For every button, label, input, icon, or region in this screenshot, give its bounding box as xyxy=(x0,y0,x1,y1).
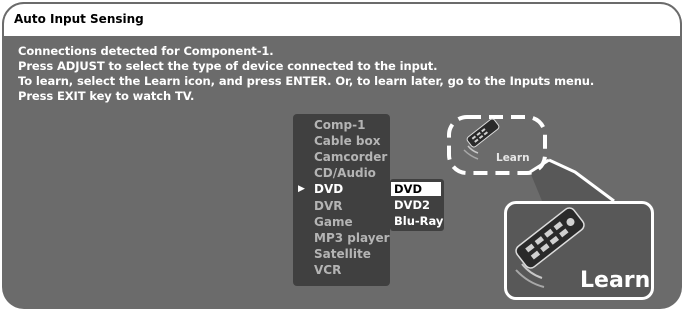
auto-input-sensing-screen: Auto Input Sensing Connections detected … xyxy=(2,2,682,309)
learn-icon-label[interactable]: Learn xyxy=(496,152,530,164)
learn-callout-label: Learn xyxy=(580,268,651,293)
remote-control-icon xyxy=(447,115,585,288)
